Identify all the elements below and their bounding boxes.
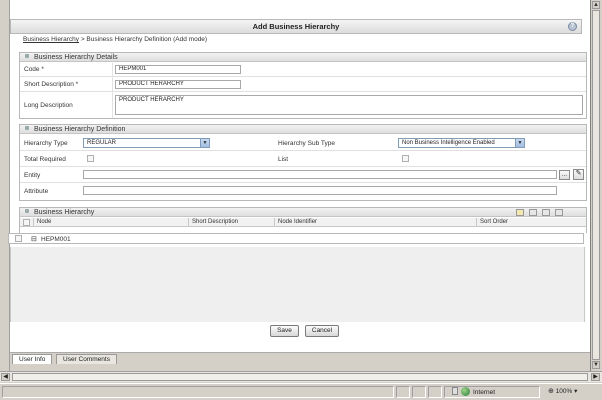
code-row: Code * HEPM001 [20, 63, 586, 77]
code-input[interactable]: HEPM001 [115, 65, 241, 74]
scroll-left-arrow-icon[interactable]: ◀ [1, 373, 10, 381]
horizontal-scrollbar-thumb[interactable] [12, 373, 588, 381]
definition-panel-header[interactable]: Business Hierarchy Definition [20, 125, 586, 134]
bottom-tabs: User Info User Comments [10, 352, 590, 364]
tab-user-comments[interactable]: User Comments [56, 354, 117, 364]
view-node-icon[interactable] [529, 209, 537, 216]
attribute-row: Attribute [20, 183, 586, 199]
scroll-right-arrow-icon[interactable]: ▶ [591, 373, 600, 381]
column-header-node-identifier[interactable]: Node Identifier [278, 219, 317, 225]
row-divider [112, 92, 113, 118]
column-separator [274, 218, 275, 227]
page-title: Add Business Hierarchy [252, 22, 340, 31]
eraser-icon[interactable]: ✎ [573, 169, 584, 180]
total-required-checkbox[interactable] [87, 155, 94, 162]
help-icon[interactable]: ? [568, 22, 577, 31]
left-frame-strip [0, 0, 10, 372]
hierarchy-panel-header[interactable]: Business Hierarchy [20, 208, 586, 217]
zoom-control[interactable]: ⊕ 100% ▾ [548, 387, 577, 397]
lock-icon [452, 387, 458, 395]
column-header-short-description[interactable]: Short Description [192, 219, 238, 225]
list-checkbox[interactable] [402, 155, 409, 162]
entity-row: Entity ... ✎ [20, 167, 586, 183]
hierarchy-subtype-select[interactable]: Non Business Intelligence Enabled ▼ [398, 138, 525, 148]
status-cell [412, 386, 426, 398]
status-cell [396, 386, 410, 398]
page-title-bar: Add Business Hierarchy ? [10, 19, 582, 34]
hierarchy-type-value: REGULAR [87, 140, 117, 146]
cancel-button[interactable]: Cancel [305, 325, 339, 337]
row-divider [112, 77, 113, 92]
tree-row-checkbox[interactable] [15, 235, 22, 242]
hierarchy-type-row: Hierarchy Type REGULAR ▼ Hierarchy Sub T… [20, 135, 586, 151]
attribute-input[interactable] [83, 186, 557, 195]
hierarchy-type-select[interactable]: REGULAR ▼ [83, 138, 210, 148]
vertical-scrollbar-thumb[interactable] [592, 10, 600, 360]
short-description-row: Short Description * PRODUCT HERARCHY [20, 77, 586, 92]
definition-panel-title: Business Hierarchy Definition [34, 126, 126, 133]
breadcrumb-link-business-hierarchy[interactable]: Business Hierarchy [23, 36, 79, 43]
long-description-label: Long Description [24, 102, 73, 109]
hierarchy-grid-header: Node Short Description Node Identifier S… [20, 218, 586, 227]
definition-panel: Business Hierarchy Definition Hierarchy … [19, 124, 587, 201]
column-separator [188, 218, 189, 227]
entity-browse-button[interactable]: ... [559, 170, 570, 180]
select-all-checkbox[interactable] [23, 219, 30, 226]
scroll-down-arrow-icon[interactable]: ▼ [592, 361, 600, 369]
column-header-sort-order[interactable]: Sort Order [480, 219, 508, 225]
column-header-node[interactable]: Node [37, 219, 51, 225]
collapse-icon[interactable] [25, 54, 29, 58]
attribute-label: Attribute [24, 188, 49, 195]
delete-node-icon[interactable] [555, 209, 563, 216]
collapse-icon[interactable] [25, 209, 29, 213]
breadcrumb: Business Hierarchy > Business Hierarchy … [23, 36, 207, 43]
breadcrumb-separator: > [80, 36, 85, 43]
security-zone: Internet [452, 387, 495, 398]
hierarchy-type-label: Hierarchy Type [24, 140, 68, 147]
hierarchy-panel: Business Hierarchy Node Short Descriptio… [19, 207, 587, 233]
details-panel: Business Hierarchy Details Code * HEPM00… [19, 52, 587, 119]
long-description-textarea[interactable]: PRODUCT HERARCHY [115, 95, 583, 115]
zoom-dropdown-icon[interactable]: ▾ [574, 388, 577, 395]
scroll-up-arrow-icon[interactable]: ▲ [592, 1, 600, 9]
collapse-icon[interactable] [25, 126, 29, 130]
tree-row[interactable]: ⊟ HEPM001 [8, 233, 584, 244]
column-separator [33, 218, 34, 227]
column-separator [476, 218, 477, 227]
save-button[interactable]: Save [270, 325, 299, 337]
horizontal-scrollbar[interactable]: ◀ ▶ [0, 371, 602, 382]
short-description-input[interactable]: PRODUCT HERARCHY [115, 80, 241, 89]
details-panel-title: Business Hierarchy Details [34, 54, 118, 61]
hierarchy-subtype-label: Hierarchy Sub Type [278, 140, 335, 147]
entity-input[interactable] [83, 170, 557, 179]
browser-window: ▲ ▼ Add Business Hierarchy ? Business Hi… [0, 0, 602, 400]
hierarchy-panel-title: Business Hierarchy [34, 209, 95, 216]
total-required-label: Total Required [24, 156, 66, 163]
zone-label: Internet [473, 389, 496, 396]
tree-collapse-icon[interactable]: ⊟ [31, 235, 37, 243]
globe-icon [461, 387, 470, 396]
breadcrumb-current: Business Hierarchy Definition (Add mode) [86, 36, 208, 43]
chevron-down-icon[interactable]: ▼ [515, 139, 524, 147]
status-bar: Internet ⊕ 100% ▾ [0, 383, 602, 400]
hierarchy-subtype-value: Non Business Intelligence Enabled [402, 140, 495, 146]
tree-node-label[interactable]: HEPM001 [41, 236, 71, 243]
code-label: Code * [24, 66, 44, 73]
short-description-label: Short Description * [24, 81, 79, 88]
chevron-down-icon[interactable]: ▼ [200, 139, 209, 147]
details-panel-header[interactable]: Business Hierarchy Details [20, 53, 586, 62]
add-node-icon[interactable] [516, 209, 524, 216]
status-text-cell [2, 386, 394, 398]
entity-label: Entity [24, 172, 41, 179]
tab-user-info[interactable]: User Info [12, 354, 53, 364]
tree-empty-area [10, 247, 585, 322]
status-cell [428, 386, 442, 398]
list-label: List [278, 156, 289, 163]
total-required-row: Total Required List [20, 151, 586, 167]
zoom-level: 100% [555, 388, 573, 395]
edit-node-icon[interactable] [542, 209, 550, 216]
long-description-row: Long Description PRODUCT HERARCHY [20, 92, 586, 118]
row-divider [112, 63, 113, 77]
zoom-icon: ⊕ [548, 388, 554, 395]
